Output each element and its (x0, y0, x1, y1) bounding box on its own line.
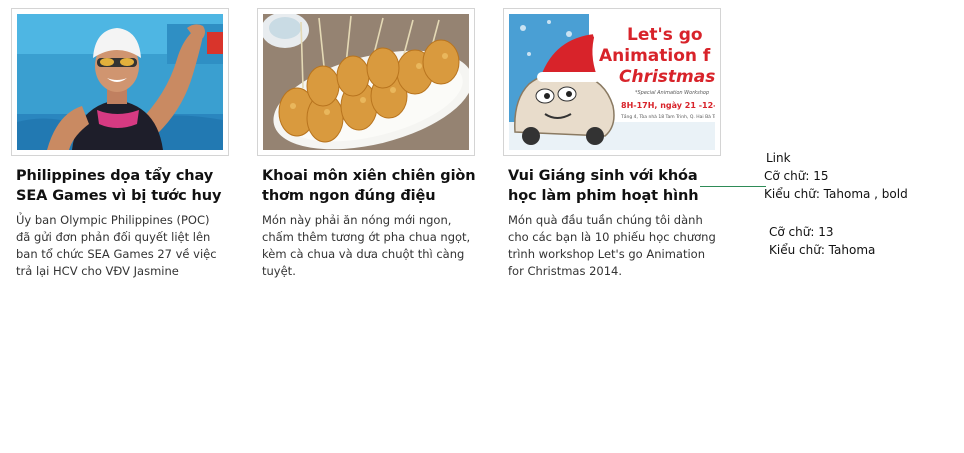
article-thumbnail[interactable]: Let's go Animation f Christmas *Special … (503, 8, 721, 156)
article-card: Philippines dọa tẩy chay SEA Games vì bị… (11, 8, 231, 280)
annotation-body-font-size: Cỡ chữ: 13 (769, 225, 834, 239)
annotation-link-font-family: Kiểu chữ: Tahoma , bold (764, 187, 908, 201)
banner-headline-2: Animation f (599, 46, 711, 66)
article-description: Ủy ban Olympic Philippines (POC) đã gửi … (16, 213, 217, 278)
annotation-body-font-family: Kiểu chữ: Tahoma (769, 243, 876, 257)
article-thumbnail[interactable] (11, 8, 229, 156)
body-style-annotation: Cỡ chữ: 13 Kiểu chữ: Tahoma (769, 223, 875, 259)
banner-headline-3: Christmas (619, 67, 715, 87)
article-card: Khoai môn xiên chiên giòn thơm ngon đúng… (257, 8, 477, 280)
article-thumbnail[interactable] (257, 8, 475, 156)
article-description: Món quà đầu tuần chúng tôi dành cho các … (508, 213, 716, 278)
article-title-link[interactable]: Philippines dọa tẩy chay SEA Games vì bị… (16, 166, 231, 206)
banner-subtitle: *Special Animation Workshop (635, 90, 709, 96)
article-title-link[interactable]: Khoai môn xiên chiên giòn thơm ngon đúng… (262, 166, 477, 206)
swimmer-photo (17, 14, 223, 150)
article-title-link[interactable]: Vui Giáng sinh với khóa học làm phim hoạ… (508, 166, 723, 206)
annotation-pointer-line (700, 186, 766, 187)
article-card: Let's go Animation f Christmas *Special … (503, 8, 723, 280)
link-style-annotation: Link Cỡ chữ: 15 Kiểu chữ: Tahoma , bold (764, 149, 908, 203)
christmas-animation-banner: Let's go Animation f Christmas *Special … (509, 14, 715, 150)
banner-time: 8H-17H, ngày 21 -12-201 (621, 101, 715, 110)
annotation-link-font-size: Cỡ chữ: 15 (764, 169, 829, 183)
annotation-link-label: Link (766, 151, 791, 165)
article-description: Món này phải ăn nóng mới ngon, chấm thêm… (262, 213, 471, 278)
fried-taro-skewers-photo (263, 14, 469, 150)
banner-headline-1: Let's go (627, 25, 703, 45)
